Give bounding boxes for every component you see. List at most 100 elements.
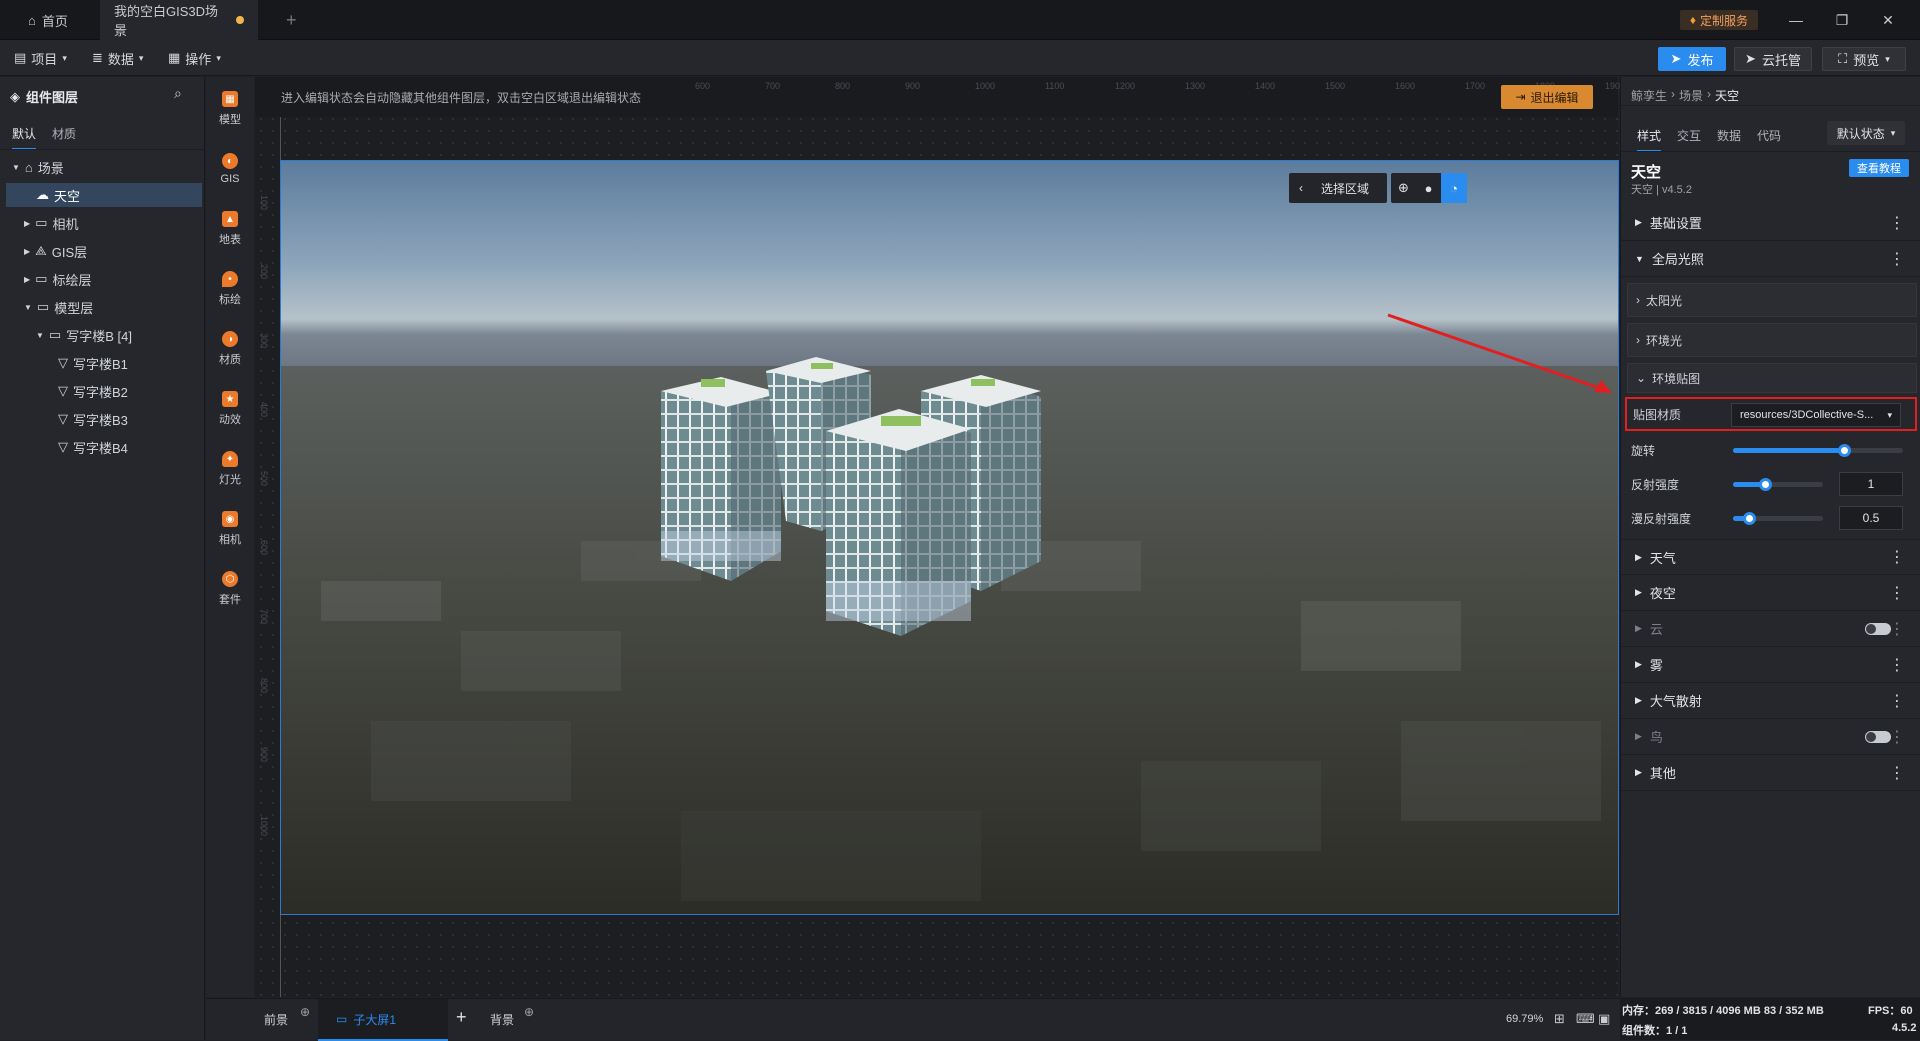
close-icon[interactable]: ✕ — [1866, 0, 1910, 40]
section-atmosphere[interactable]: ▶ 大气散射 ⋮ — [1621, 683, 1920, 719]
tree-item-gis-layer[interactable]: ▶ ⟁ GIS层 — [6, 239, 202, 263]
tree-item-office-group[interactable]: ▼ ▭ 写字楼B [4] — [6, 323, 202, 347]
select-area-button[interactable]: ‹ 选择区域 — [1289, 173, 1387, 203]
tool-label: 动效 — [219, 414, 241, 426]
tab-foreground[interactable]: 前景 — [264, 1011, 288, 1028]
menu-operation[interactable]: ▦ 操作 ▾ — [168, 40, 221, 76]
subsection-sunlight[interactable]: › 太阳光 — [1627, 283, 1917, 317]
add-screen-button[interactable]: + — [456, 1007, 467, 1028]
section-basic[interactable]: ▶ 基础设置 ⋮ — [1621, 205, 1920, 241]
breadcrumb-item[interactable]: 场景 — [1679, 87, 1703, 104]
add-tab-button[interactable]: + — [272, 0, 311, 40]
minimize-icon[interactable]: — — [1774, 0, 1818, 40]
keyboard-icon[interactable]: ⌨ — [1576, 1011, 1595, 1027]
tool-terrain[interactable]: ▲ 地表 — [206, 201, 254, 257]
tool-material[interactable]: ◑ 材质 — [206, 321, 254, 377]
tab-background[interactable]: 背景 — [490, 1011, 514, 1028]
tab-style[interactable]: 样式 — [1637, 127, 1662, 152]
tool-effect[interactable]: ★ 动效 — [206, 381, 254, 437]
section-global-light[interactable]: ▼ 全局光照 ⋮ — [1621, 241, 1920, 277]
exit-edit-label: 退出编辑 — [1530, 90, 1579, 105]
add-background-icon[interactable]: ⊕ — [524, 1005, 534, 1019]
slider-knob[interactable] — [1758, 478, 1772, 491]
custom-service-button[interactable]: ♦ 定制服务 — [1680, 10, 1758, 30]
more-icon[interactable]: ⋮ — [1889, 583, 1905, 603]
cloud-hosting-button[interactable]: ➤ 云托管 — [1734, 47, 1812, 71]
section-other[interactable]: ▶ 其他 ⋮ — [1621, 755, 1920, 791]
bird-toggle[interactable] — [1865, 731, 1891, 743]
tool-model[interactable]: ▦ 模型 — [206, 81, 254, 137]
scene-viewport[interactable]: ‹ 选择区域 ⊕ ● ◔ — [280, 160, 1619, 915]
tab-default[interactable]: 默认 — [12, 125, 37, 150]
tab-home[interactable]: ⌂ 首页 — [14, 0, 82, 40]
globe-icon[interactable]: ⊕ — [1391, 180, 1416, 196]
tree-item-office-b1[interactable]: ▽ 写字楼B1 — [6, 351, 202, 375]
scene-icon: ⌂ — [24, 159, 33, 175]
subsection-env-map[interactable]: ⌄ 环境贴图 — [1627, 363, 1917, 393]
breadcrumb-item[interactable]: 鲸孪生 — [1631, 87, 1667, 104]
menu-project[interactable]: ▤ 项目 ▾ — [14, 40, 67, 76]
search-icon[interactable]: ⌕ — [174, 85, 182, 102]
add-foreground-icon[interactable]: ⊕ — [300, 1005, 310, 1019]
tree-item-office-b2[interactable]: ▽ 写字楼B2 — [6, 379, 202, 403]
restore-icon[interactable]: ❐ — [1820, 0, 1864, 40]
tool-camera[interactable]: ◉ 相机 — [206, 501, 254, 557]
more-icon[interactable]: ⋮ — [1889, 727, 1905, 747]
preview-button[interactable]: ⛶ 预览 ▾ — [1822, 47, 1906, 71]
tree-item-office-b3[interactable]: ▽ 写字楼B3 — [6, 407, 202, 431]
model-icon: ▽ — [58, 411, 68, 426]
fit-screen-icon[interactable]: ⊞ — [1554, 1011, 1565, 1027]
diffuse-slider[interactable] — [1733, 512, 1823, 525]
exit-edit-button[interactable]: ⇥ 退出编辑 — [1501, 85, 1593, 109]
more-icon[interactable]: ⋮ — [1889, 655, 1905, 675]
state-select[interactable]: 默认状态 ▾ — [1827, 121, 1905, 145]
tree-item-camera[interactable]: ▶ ▭ 相机 — [6, 211, 202, 235]
tool-gis[interactable]: ◐ GIS — [206, 141, 254, 197]
tab-interaction[interactable]: 交互 — [1677, 127, 1701, 144]
more-icon[interactable]: ⋮ — [1889, 691, 1905, 711]
tool-label: 相机 — [219, 534, 241, 546]
tab-code[interactable]: 代码 — [1757, 127, 1781, 144]
edit-hint: 进入编辑状态会自动隐藏其他组件图层，双击空白区域退出编辑状态 — [281, 91, 642, 105]
section-weather[interactable]: ▶ 天气 ⋮ — [1621, 539, 1920, 575]
more-icon[interactable]: ⋮ — [1889, 213, 1905, 233]
tab-child-screen[interactable]: ▭ 子大屏1 — [318, 999, 448, 1041]
publish-button[interactable]: ➤ 发布 — [1658, 47, 1726, 71]
section-bird[interactable]: ▶ 鸟 ⋮ — [1621, 719, 1920, 755]
cloud-toggle[interactable] — [1865, 623, 1891, 635]
console-icon[interactable]: ▣ — [1598, 1011, 1610, 1027]
tree-item-sky[interactable]: ☁ 天空 — [6, 183, 202, 207]
tab-material[interactable]: 材质 — [52, 125, 76, 142]
subsection-ambient[interactable]: › 环境光 — [1627, 323, 1917, 357]
tool-kit[interactable]: ⬡ 套件 — [206, 561, 254, 617]
rotation-slider[interactable] — [1733, 444, 1903, 457]
tree-item-scene[interactable]: ▼ ⌂ 场景 — [6, 155, 202, 179]
reflect-slider[interactable] — [1733, 478, 1823, 491]
tutorial-button[interactable]: 查看教程 — [1849, 159, 1909, 177]
tree-item-office-b4[interactable]: ▽ 写字楼B4 — [6, 435, 202, 459]
more-icon[interactable]: ⋮ — [1889, 547, 1905, 567]
more-icon[interactable]: ⋮ — [1889, 619, 1905, 639]
section-night[interactable]: ▶ 夜空 ⋮ — [1621, 575, 1920, 611]
component-title: 天空 — [1631, 164, 1662, 181]
status-bar: 内存：269 / 3815 / 4096 MB 83 / 352 MB FPS：… — [1620, 998, 1920, 1040]
tab-scene[interactable]: 我的空白GIS3D场景 — [100, 0, 258, 40]
tree-item-model-layer[interactable]: ▼ ▭ 模型层 — [6, 295, 202, 319]
section-fog[interactable]: ▶ 雾 ⋮ — [1621, 647, 1920, 683]
reflect-input[interactable]: 1 — [1839, 472, 1903, 496]
sphere-icon[interactable]: ● — [1416, 181, 1441, 196]
texture-select[interactable]: resources/3DCollective-S... ▾ — [1731, 403, 1901, 427]
tool-marker[interactable]: • 标绘 — [206, 261, 254, 317]
tree-item-plot-layer[interactable]: ▶ ▭ 标绘层 — [6, 267, 202, 291]
more-icon[interactable]: ⋮ — [1889, 249, 1905, 269]
more-icon[interactable]: ⋮ — [1889, 763, 1905, 783]
tool-light[interactable]: ✦ 灯光 — [206, 441, 254, 497]
zoom-level[interactable]: 69.79% — [1506, 1013, 1543, 1025]
slider-knob[interactable] — [1837, 444, 1851, 457]
section-cloud[interactable]: ▶ 云 ⋮ — [1621, 611, 1920, 647]
menu-data[interactable]: ≣ 数据 ▾ — [92, 40, 143, 76]
tool-label: 灯光 — [219, 474, 241, 486]
tab-data[interactable]: 数据 — [1717, 127, 1741, 144]
orbit-icon[interactable]: ◔ — [1441, 173, 1467, 203]
diffuse-input[interactable]: 0.5 — [1839, 506, 1903, 530]
